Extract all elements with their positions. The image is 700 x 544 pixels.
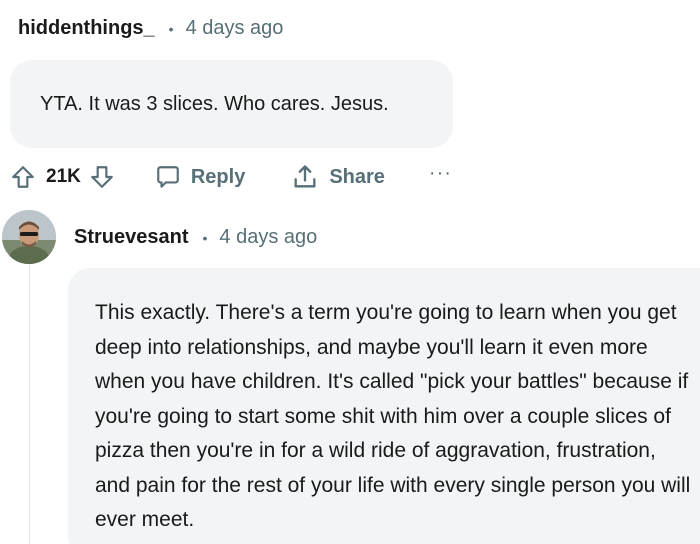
comment-header: Struevesant • 4 days ago — [74, 226, 317, 249]
avatar[interactable] — [2, 210, 56, 264]
vote-count: 21K — [46, 166, 81, 187]
username-link[interactable]: Struevesant — [74, 226, 189, 249]
more-options-button[interactable]: ··· — [429, 162, 452, 185]
separator-dot: • — [202, 229, 208, 246]
reply-label: Reply — [190, 165, 246, 188]
share-label: Share — [329, 165, 385, 188]
username-link[interactable]: hiddenthings_ — [18, 17, 155, 40]
thread-line[interactable] — [29, 264, 30, 544]
share-icon — [291, 163, 319, 191]
timestamp[interactable]: 4 days ago — [186, 17, 284, 40]
comment-text: YTA. It was 3 slices. Who cares. Jesus. — [40, 92, 389, 115]
comment-text: This exactly. There's a term you're goin… — [95, 301, 691, 531]
comment-thread: hiddenthings_ • 4 days ago YTA. It was 3… — [0, 0, 700, 544]
comment-body: YTA. It was 3 slices. Who cares. Jesus. — [10, 60, 453, 148]
comment-header: hiddenthings_ • 4 days ago — [18, 17, 283, 40]
comment-body: This exactly. There's a term you're goin… — [68, 268, 700, 544]
reply-button[interactable]: Reply — [155, 164, 245, 190]
share-button[interactable]: Share — [291, 163, 385, 191]
comment-action-bar: 21K Reply Share ··· — [10, 158, 452, 196]
separator-dot: • — [168, 20, 174, 37]
speech-bubble-icon — [155, 164, 181, 190]
upvote-icon[interactable] — [10, 164, 36, 190]
timestamp[interactable]: 4 days ago — [219, 226, 317, 249]
downvote-icon[interactable] — [89, 164, 115, 190]
